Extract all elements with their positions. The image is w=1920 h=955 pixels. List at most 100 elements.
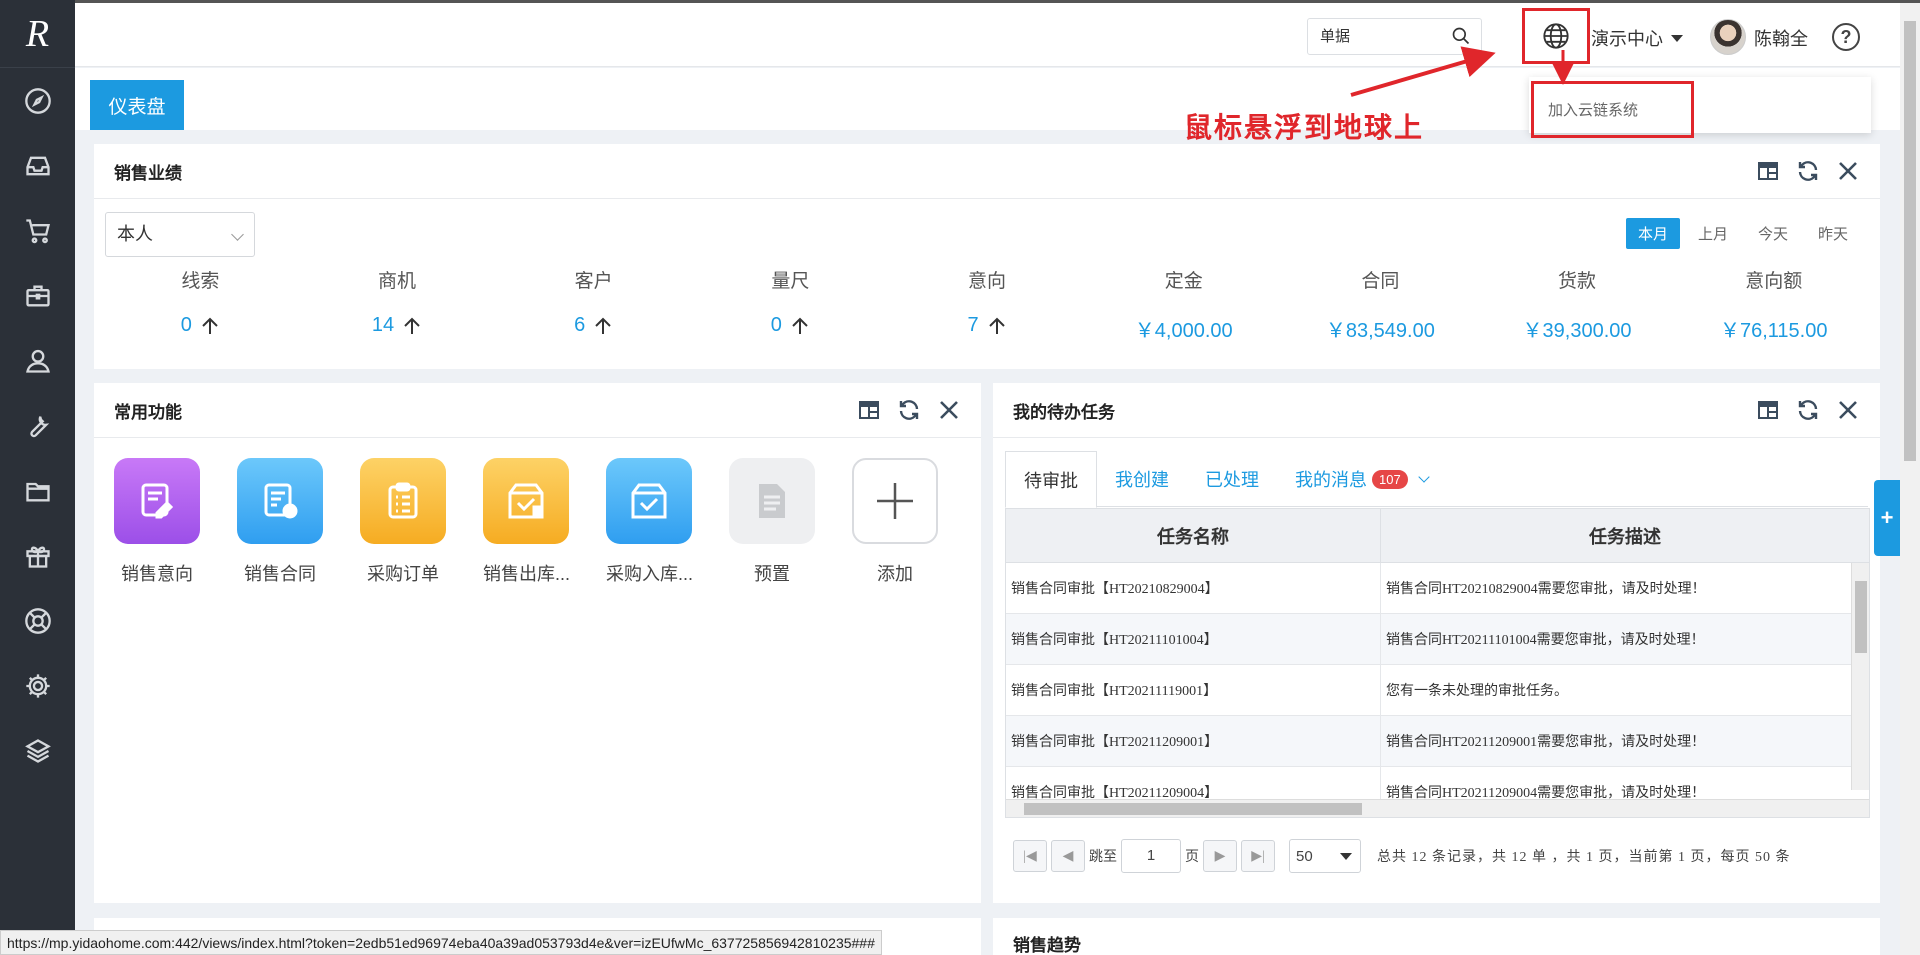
app-sales-contract[interactable]: 销售合同 <box>237 458 323 586</box>
metric-opportunities[interactable]: 商机 14 <box>299 266 496 343</box>
document-edit-icon <box>114 458 200 544</box>
org-switcher[interactable]: 演示中心 <box>1591 25 1683 51</box>
pager: |◀ ◀ 跳至 1 页 ▶ ▶| 50 总共 12 条记录，共 12 单 ，共 … <box>1013 838 1868 874</box>
nav-cart-icon[interactable] <box>0 198 75 263</box>
task-grid: 任务名称 任务描述 销售合同审批【HT20210829004】 销售合同HT202… <box>1005 508 1870 818</box>
metric-payment[interactable]: 货款 ￥39,300.00 <box>1479 266 1676 343</box>
scrollbar-thumb[interactable] <box>1855 581 1867 653</box>
cell-task-name: 销售合同审批【HT20211119001】 <box>1006 665 1381 715</box>
app-purchase-inbound[interactable]: 采购入库... <box>606 458 693 586</box>
layout-icon[interactable] <box>1756 159 1780 183</box>
table-row[interactable]: 销售合同审批【HT20211101004】 销售合同HT20211101004需要… <box>1006 614 1869 665</box>
panel-title: 我的待办任务 <box>1013 402 1115 422</box>
period-today[interactable]: 今天 <box>1746 218 1800 249</box>
metric-contract[interactable]: 合同 ￥83,549.00 <box>1282 266 1479 343</box>
app-add[interactable]: 添加 <box>852 458 938 586</box>
refresh-icon[interactable] <box>1796 398 1820 422</box>
app-preset[interactable]: 预置 <box>729 458 815 586</box>
nav-inbox-icon[interactable] <box>0 133 75 198</box>
app-sales-outbound[interactable]: 销售出库... <box>483 458 570 586</box>
arrow-up-icon <box>988 317 1005 334</box>
cell-task-name: 销售合同审批【HT20211101004】 <box>1006 614 1381 664</box>
layout-icon[interactable] <box>857 398 881 422</box>
close-icon[interactable] <box>1836 159 1860 183</box>
metric-leads[interactable]: 线索 0 <box>102 266 299 343</box>
tab-my-messages[interactable]: 我的消息 107 <box>1277 451 1446 507</box>
app-purchase-order[interactable]: 采购订单 <box>360 458 446 586</box>
globe-icon <box>1543 23 1569 49</box>
browser-status-url: https://mp.yidaohome.com:442/views/index… <box>0 930 882 955</box>
logo[interactable]: R <box>0 0 75 68</box>
nav-compass-icon[interactable] <box>0 68 75 133</box>
metric-intention-amount[interactable]: 意向额 ￥76,115.00 <box>1675 266 1872 343</box>
column-header-task-desc[interactable]: 任务描述 <box>1381 509 1869 562</box>
nav-folder-icon[interactable] <box>0 458 75 523</box>
metric-customers[interactable]: 客户 6 <box>495 266 692 343</box>
page-size-select[interactable]: 50 <box>1289 839 1361 873</box>
nav-gift-icon[interactable] <box>0 523 75 588</box>
nav-wrench-icon[interactable] <box>0 393 75 458</box>
prev-page-icon[interactable]: ◀ <box>1051 840 1085 872</box>
metric-measures[interactable]: 量尺 0 <box>692 266 889 343</box>
refresh-icon[interactable] <box>897 398 921 422</box>
tab-processed[interactable]: 已处理 <box>1187 451 1277 507</box>
tasks-panel: 我的待办任务 待审批 我创建 已处理 我的消息 107 任务名称 任务描述 销售… <box>993 383 1880 903</box>
chevron-down-icon[interactable] <box>1418 471 1430 483</box>
grid-horizontal-scrollbar[interactable] <box>1006 799 1869 817</box>
annotation-text: 鼠标悬浮到地球上 <box>1184 112 1425 143</box>
period-yesterday[interactable]: 昨天 <box>1806 218 1860 249</box>
scope-select[interactable]: 本人 <box>105 212 255 257</box>
grid-header: 任务名称 任务描述 <box>1006 509 1869 563</box>
globe-button[interactable] <box>1522 8 1590 64</box>
next-page-icon[interactable]: ▶ <box>1203 840 1237 872</box>
app-label: 添加 <box>877 564 913 584</box>
panel-title: 销售趋势 <box>1013 936 1081 955</box>
nav-user-icon[interactable] <box>0 328 75 393</box>
table-row[interactable]: 销售合同审批【HT20211209001】 销售合同HT20211209001需要… <box>1006 716 1869 767</box>
app-sales-intention[interactable]: 销售意向 <box>114 458 200 586</box>
panel-header: 销售趋势 <box>993 918 1880 955</box>
metric-label: 线索 <box>181 271 220 292</box>
period-last-month[interactable]: 上月 <box>1686 218 1740 249</box>
metric-value: 7 <box>967 314 979 336</box>
panel-title: 销售业绩 <box>114 163 182 183</box>
box-check-icon <box>483 458 569 544</box>
column-header-task-name[interactable]: 任务名称 <box>1006 509 1381 562</box>
first-page-icon[interactable]: |◀ <box>1013 840 1047 872</box>
user-name[interactable]: 陈翰全 <box>1754 25 1808 51</box>
tab-dashboard[interactable]: 仪表盘 <box>90 80 184 130</box>
tab-pending-approval[interactable]: 待审批 <box>1005 451 1097 508</box>
scrollbar-thumb[interactable] <box>1024 803 1362 815</box>
panel-title: 常用功能 <box>114 402 182 422</box>
top-header: 演示中心 陈翰全 ? <box>75 0 1920 67</box>
metric-value: ￥76,115.00 <box>1719 320 1828 342</box>
nav-briefcase-icon[interactable] <box>0 263 75 328</box>
period-this-month[interactable]: 本月 <box>1625 218 1680 249</box>
metric-label: 定金 <box>1164 271 1203 292</box>
table-row[interactable]: 销售合同审批【HT20211119001】 您有一条未处理的审批任务。 <box>1006 665 1869 716</box>
pager-summary: 总共 12 条记录，共 12 单 ，共 1 页，当前第 1 页，每页 50 条 <box>1377 850 1791 865</box>
layout-icon[interactable] <box>1756 398 1780 422</box>
search-icon[interactable] <box>1451 26 1471 46</box>
page-input[interactable]: 1 <box>1121 839 1181 873</box>
refresh-icon[interactable] <box>1796 159 1820 183</box>
avatar[interactable] <box>1710 19 1746 55</box>
last-page-icon[interactable]: ▶| <box>1241 840 1275 872</box>
metric-intentions[interactable]: 意向 7 <box>889 266 1086 343</box>
tab-created-by-me[interactable]: 我创建 <box>1097 451 1187 507</box>
metric-deposit[interactable]: 定金 ￥4,000.00 <box>1085 266 1282 343</box>
nav-layers-icon[interactable] <box>0 718 75 783</box>
join-cloud-chain-item[interactable]: 加入云链系统 <box>1531 81 1694 138</box>
scrollbar-thumb[interactable] <box>1904 21 1916 461</box>
help-icon[interactable]: ? <box>1832 23 1860 51</box>
page-scrollbar[interactable] <box>1900 3 1920 955</box>
grid-vertical-scrollbar[interactable] <box>1851 563 1869 790</box>
close-icon[interactable] <box>1836 398 1860 422</box>
search-input[interactable] <box>1308 19 1438 52</box>
close-icon[interactable] <box>937 398 961 422</box>
nav-gear-icon[interactable] <box>0 653 75 718</box>
table-row[interactable]: 销售合同审批【HT20210829004】 销售合同HT20210829004需要… <box>1006 563 1869 614</box>
metric-value: ￥83,549.00 <box>1325 320 1435 342</box>
floating-add-button[interactable]: + <box>1874 480 1900 556</box>
nav-lifebuoy-icon[interactable] <box>0 588 75 653</box>
